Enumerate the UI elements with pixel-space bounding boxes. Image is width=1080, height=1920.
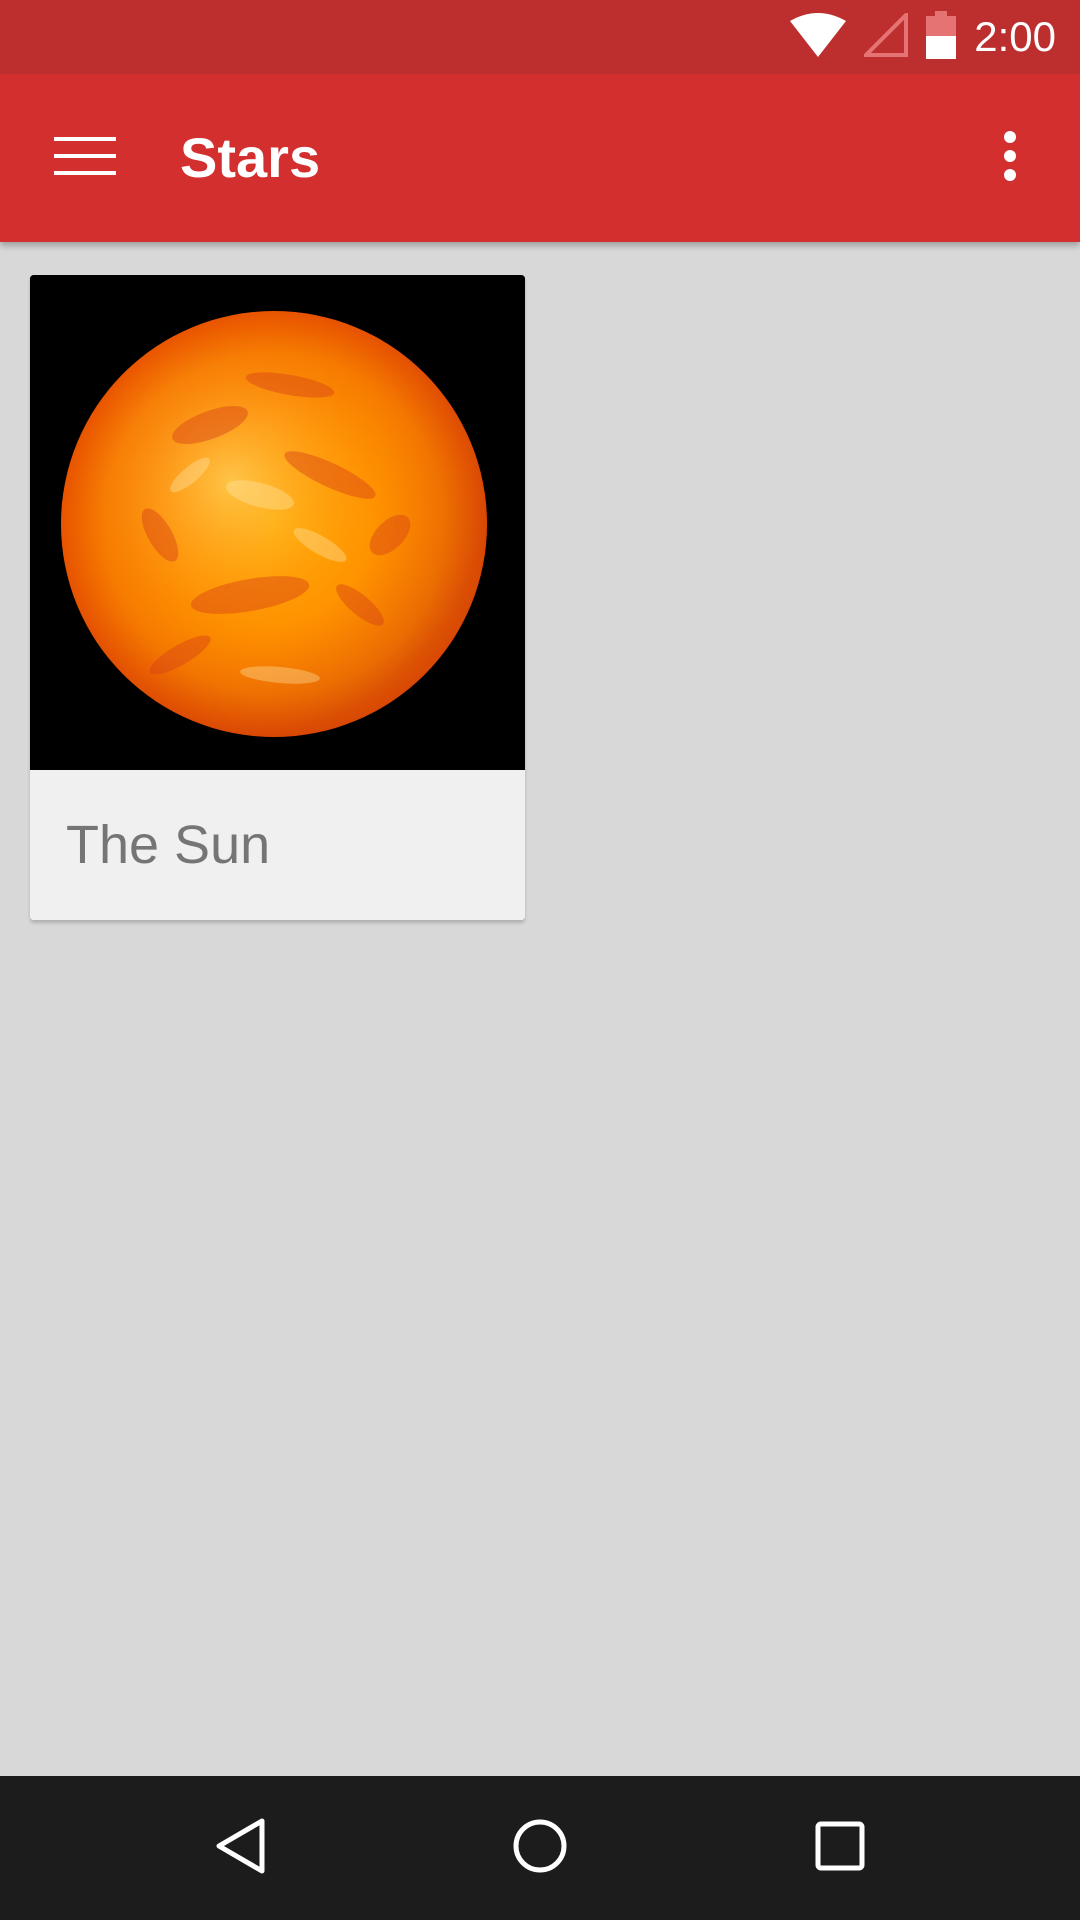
back-button[interactable] [190,1798,290,1898]
app-bar: Stars [0,74,1080,242]
menu-button[interactable] [30,108,140,208]
status-time: 2:00 [974,13,1056,60]
page-title: Stars [180,126,321,189]
more-vert-icon [1003,130,1017,186]
status-bar: 2:00 [0,0,1080,74]
recents-icon [815,1821,865,1876]
recents-button[interactable] [790,1798,890,1898]
status-icons: 2:00 [790,0,1056,74]
content-area: The Sun [0,242,1080,1776]
cell-signal-icon [861,9,909,62]
sun-image [30,275,525,770]
star-card[interactable]: The Sun [30,275,525,920]
wifi-icon [790,12,847,62]
home-button[interactable] [490,1798,590,1898]
home-icon [512,1818,568,1879]
card-title: The Sun [30,770,525,920]
battery-icon [926,10,957,64]
navigation-bar [0,1776,1080,1920]
overflow-menu-button[interactable] [960,108,1060,208]
menu-icon [54,136,116,181]
back-icon [214,1817,266,1880]
